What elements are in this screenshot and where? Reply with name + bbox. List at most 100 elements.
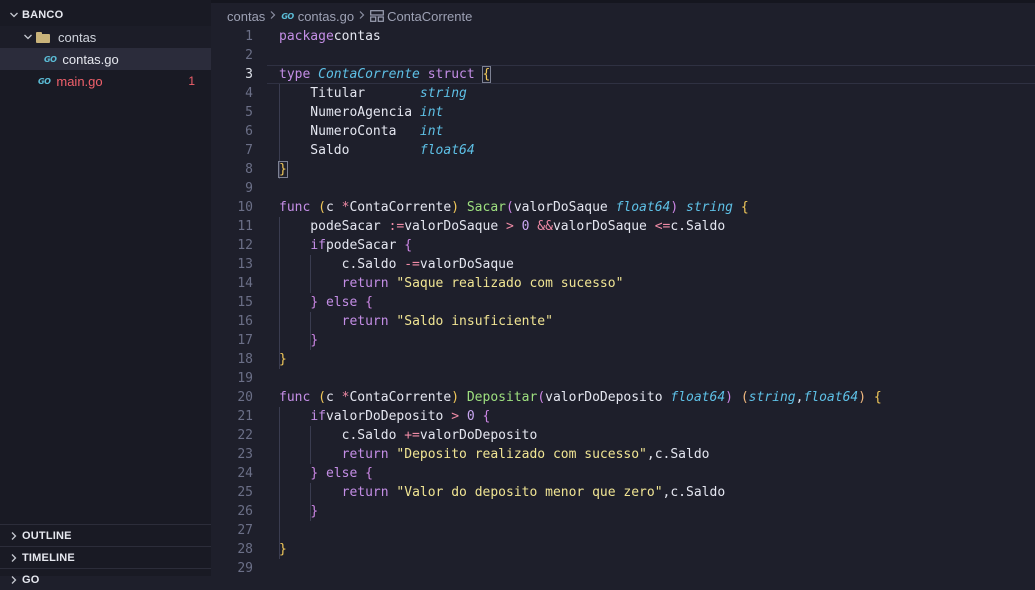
code-line[interactable]: 7 Saldo float64 [211, 141, 1035, 160]
code-line[interactable]: 21 ifvalorDoDeposito > 0 { [211, 407, 1035, 426]
code-text: } else { [279, 293, 373, 312]
line-number: 17 [237, 333, 253, 348]
code-line[interactable]: 14 return "Saque realizado com sucesso" [211, 274, 1035, 293]
line-number: 20 [237, 390, 253, 405]
code-token: ( [506, 200, 514, 215]
code-token: int [419, 124, 444, 139]
line-number: 2 [245, 48, 253, 63]
code-line[interactable]: 27 [211, 521, 1035, 540]
code-token: podeSacar [279, 219, 389, 234]
code-line[interactable]: 9 [211, 179, 1035, 198]
code-token: "Saldo insuficiente" [396, 314, 553, 329]
code-token: -= [404, 257, 420, 272]
line-number: 28 [237, 542, 253, 557]
code-token: ContaCorrente [318, 67, 420, 82]
code-token: NumeroConta [279, 124, 420, 139]
line-number: 13 [237, 257, 253, 272]
code-line[interactable]: 29 [211, 559, 1035, 578]
code-token: "Saque realizado com sucesso" [396, 276, 624, 291]
code-token: { [481, 66, 492, 83]
code-line[interactable]: 23 return "Deposito realizado com sucess… [211, 445, 1035, 464]
code-token: valorDoSaque [552, 219, 655, 234]
code-text: return "Valor do deposito menor que zero… [279, 483, 726, 502]
code-line[interactable]: 24 } else { [211, 464, 1035, 483]
code-line[interactable]: 12 ifpodeSacar { [211, 236, 1035, 255]
code-line[interactable]: 5 NumeroAgencia int [211, 103, 1035, 122]
line-number: 14 [237, 276, 253, 291]
code-text: Saldo float64 [279, 141, 474, 160]
code-line[interactable]: 2 [211, 46, 1035, 65]
line-number: 27 [237, 523, 253, 538]
code-token: { [482, 409, 491, 424]
chevron-right-icon [6, 553, 22, 563]
code-line[interactable]: 6 NumeroConta int [211, 122, 1035, 141]
code-line[interactable]: 13 c.Saldo -=valorDoSaque [211, 255, 1035, 274]
outline-section-header[interactable]: OUTLINE [0, 524, 211, 546]
code-line[interactable]: 28} [211, 540, 1035, 559]
code-line[interactable]: 19 [211, 369, 1035, 388]
timeline-title: TIMELINE [22, 551, 75, 564]
code-token: valorDoSaque [513, 200, 616, 215]
tree-file-contas-go[interactable]: GO contas.go [0, 48, 211, 70]
tree-folder-contas[interactable]: contas [0, 26, 211, 48]
code-token: { [740, 200, 749, 215]
code-token: += [404, 428, 420, 443]
code-token: <= [654, 219, 671, 234]
code-line[interactable]: 8} [211, 160, 1035, 179]
code-token: c.Saldo [279, 257, 405, 272]
code-token: valorDoDeposito [419, 428, 538, 443]
code-editor[interactable]: 1 packagecontas 2 3 type ContaCorrente struc… [211, 27, 1035, 576]
breadcrumb-folder[interactable]: contas [227, 9, 265, 24]
code-text: NumeroConta int [279, 122, 443, 141]
code-token: "Valor do deposito menor que zero" [396, 485, 663, 500]
code-token: if [310, 238, 326, 253]
tree-file-main-go[interactable]: GO main.go 1 [0, 70, 211, 92]
timeline-section-header[interactable]: TIMELINE [0, 546, 211, 568]
code-line[interactable]: 1 packagecontas [211, 27, 1035, 46]
code-token: ( [318, 200, 326, 215]
code-token: && [537, 219, 553, 234]
code-token: ( [318, 390, 326, 405]
code-token: else [325, 295, 358, 310]
go-section-header[interactable]: GO [0, 568, 211, 590]
code-token: ) [858, 390, 867, 405]
tab-bar-edge [211, 0, 1035, 3]
explorer-sidebar: BANCO contas GO contas.go GO main.go 1 O… [0, 0, 211, 586]
code-line[interactable]: 18} [211, 350, 1035, 369]
line-number: 7 [245, 143, 253, 158]
explorer-section-banco[interactable]: BANCO [0, 4, 211, 26]
code-token: } [310, 466, 319, 481]
code-line[interactable]: 20 func (c *ContaCorrente) Depositar(valo… [211, 388, 1035, 407]
code-text: c.Saldo -=valorDoSaque [279, 255, 514, 274]
file-label: main.go [56, 73, 103, 89]
code-text: type ContaCorrente struct { [279, 65, 492, 84]
code-line[interactable]: 25 return "Valor do deposito menor que z… [211, 483, 1035, 502]
code-token: string [748, 390, 796, 405]
code-token: string [419, 86, 467, 101]
code-text: packagecontas [279, 27, 381, 46]
code-line[interactable]: 26 } [211, 502, 1035, 521]
code-line[interactable]: 16 return "Saldo insuficiente" [211, 312, 1035, 331]
code-line[interactable]: 17 } [211, 331, 1035, 350]
line-number: 16 [237, 314, 253, 329]
code-line[interactable]: 22 c.Saldo +=valorDoDeposito [211, 426, 1035, 445]
code-line[interactable]: 11 podeSacar :=valorDoSaque > 0 &&valorD… [211, 217, 1035, 236]
code-line[interactable]: 10 func (c *ContaCorrente) Sacar(valorDoS… [211, 198, 1035, 217]
code-line[interactable]: 3 type ContaCorrente struct { [211, 65, 1035, 84]
go-section-title: GO [22, 573, 40, 586]
line-number: 5 [245, 105, 253, 120]
code-token: return [341, 314, 389, 329]
code-line[interactable]: 4 Titular string [211, 84, 1035, 103]
breadcrumb-symbol[interactable]: ContaCorrente [387, 9, 472, 24]
breadcrumb-file[interactable]: contas.go [298, 9, 354, 24]
code-line[interactable]: 15 } else { [211, 293, 1035, 312]
